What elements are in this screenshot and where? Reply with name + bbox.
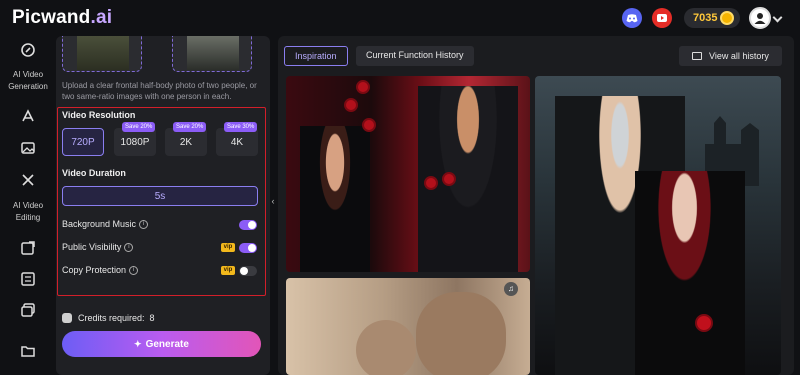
folder-icon[interactable] <box>20 343 36 359</box>
save-badge: Save 20% <box>173 122 207 132</box>
gallery-card[interactable] <box>286 278 530 375</box>
duration-title: Video Duration <box>62 168 126 178</box>
card-image <box>416 292 506 375</box>
gallery-card[interactable] <box>535 76 781 375</box>
public-visibility-row: Public Visibility i <box>62 242 134 253</box>
video-generation-icon[interactable] <box>20 108 36 124</box>
rose-decoration <box>344 98 358 112</box>
vip-badge: vip <box>221 266 235 275</box>
credits-balance-value: 7035 <box>693 12 718 24</box>
coin-icon <box>720 11 734 25</box>
credits-balance[interactable]: 7035 <box>684 8 740 28</box>
card-image <box>300 126 370 272</box>
duration-value: 5s <box>154 190 166 202</box>
video-editing-icon[interactable] <box>20 172 36 188</box>
nav-label-video-generation: AI Video Generation <box>8 70 48 91</box>
credits-required-label: Credits required: <box>78 313 145 323</box>
resolution-label: 1080P <box>120 136 150 148</box>
toggle-label: Public Visibility <box>62 242 122 252</box>
copy-protection-toggle[interactable] <box>239 266 257 276</box>
resolution-label: 4K <box>230 136 244 148</box>
credits-required-value: 8 <box>149 313 155 323</box>
database-icon <box>62 313 72 323</box>
tab-label: Current Function History <box>366 50 464 60</box>
card-image <box>635 171 745 375</box>
save-badge: Save 20% <box>122 122 156 132</box>
rose-decoration <box>442 172 456 186</box>
resolution-label: 720P <box>71 136 95 148</box>
collapse-panel-icon[interactable]: ‹ <box>270 190 276 212</box>
logo[interactable]: Picwand.ai <box>12 7 112 29</box>
tab-label: Inspiration <box>295 51 337 61</box>
left-nav: AI Video Generation AI Video Editing <box>0 36 56 375</box>
logo-suffix: .ai <box>90 7 113 28</box>
generate-button[interactable]: ✦ Generate <box>62 331 261 357</box>
logo-text: Picwand <box>12 7 91 28</box>
toggle-label: Background Music <box>62 219 137 229</box>
info-icon[interactable]: i <box>139 220 149 230</box>
background-music-toggle[interactable] <box>239 220 257 230</box>
resolution-2k[interactable]: 2K <box>165 128 207 156</box>
toggle-knob <box>248 221 256 229</box>
resolution-4k[interactable]: 4K <box>216 128 258 156</box>
save-badge: Save 30% <box>224 122 258 132</box>
tab-current-function-history[interactable]: Current Function History <box>356 46 474 66</box>
image-icon[interactable] <box>20 140 36 156</box>
duration-select[interactable]: 5s <box>62 186 258 206</box>
gallery-card[interactable]: lamnothere1971 ♡ <box>286 76 530 272</box>
folder-icon <box>692 52 702 60</box>
uploaded-photo <box>187 36 239 70</box>
discord-icon[interactable] <box>622 8 642 28</box>
upload-slot-1[interactable] <box>62 36 142 72</box>
info-icon[interactable]: i <box>129 266 139 276</box>
top-bar: Picwand.ai 7035 <box>0 0 800 36</box>
view-all-history-button[interactable]: View all history <box>679 46 782 66</box>
main-gallery: Inspiration Current Function History Vie… <box>278 36 794 375</box>
upload-hint: Upload a clear frontal half-body photo o… <box>62 81 257 101</box>
music-icon[interactable]: ♫ <box>504 282 518 296</box>
view-all-history-label: View all history <box>709 51 769 61</box>
upload-slot-2[interactable] <box>172 36 252 72</box>
avatar[interactable] <box>749 7 771 29</box>
rose-decoration <box>695 314 713 332</box>
tab-inspiration[interactable]: Inspiration <box>284 46 348 66</box>
info-icon[interactable]: i <box>124 243 134 253</box>
background-music-row: Background Music i <box>62 219 149 230</box>
toggle-knob <box>248 244 256 252</box>
edit-icon[interactable] <box>20 240 36 256</box>
toggle-label: Copy Protection <box>62 265 127 275</box>
generate-label: Generate <box>145 338 189 350</box>
resolution-title: Video Resolution <box>62 110 136 120</box>
resolution-1080p[interactable]: 1080P <box>114 128 156 156</box>
card-image <box>356 320 416 375</box>
uploaded-photo <box>77 36 129 70</box>
swap-icon[interactable] <box>20 271 36 287</box>
sparkle-icon: ✦ <box>134 338 142 349</box>
nav-label-video-editing: AI Video Editing <box>12 201 44 222</box>
vip-badge: vip <box>221 243 235 252</box>
rose-decoration <box>424 176 438 190</box>
target-icon[interactable] <box>20 42 36 58</box>
credits-required: Credits required: 8 <box>62 313 155 323</box>
resolution-720p[interactable]: 720P <box>62 128 104 156</box>
chevron-down-icon[interactable] <box>772 12 783 23</box>
copy-protection-row: Copy Protection i <box>62 265 139 276</box>
rose-decoration <box>362 118 376 132</box>
rose-decoration <box>356 80 370 94</box>
youtube-icon[interactable] <box>652 8 672 28</box>
upload-thumbnails <box>62 36 264 72</box>
resolution-label: 2K <box>179 136 193 148</box>
toggle-knob <box>240 267 248 275</box>
layers-icon[interactable] <box>20 302 36 318</box>
public-visibility-toggle[interactable] <box>239 243 257 253</box>
